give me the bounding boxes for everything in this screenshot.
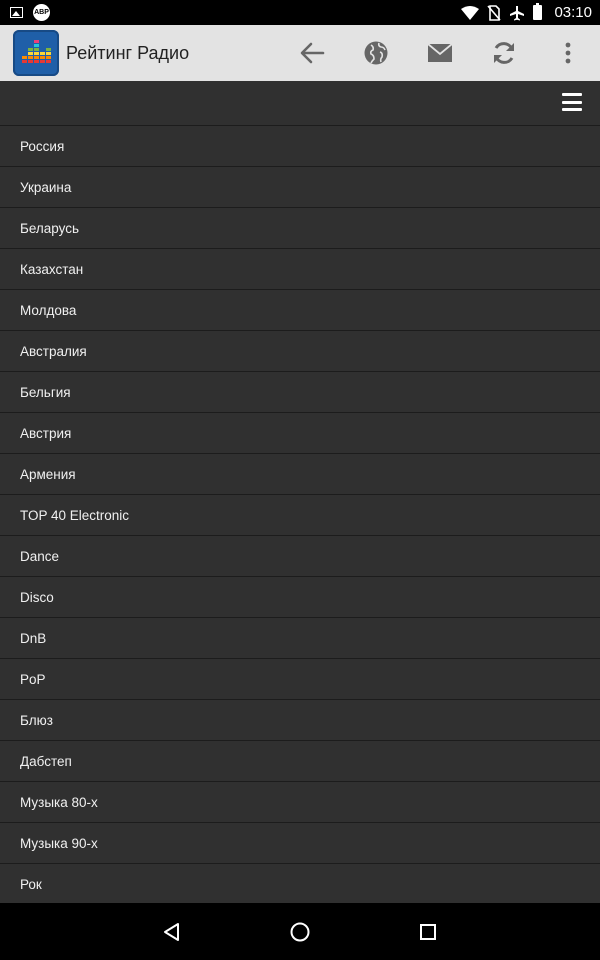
status-bar: ABP 03:10 bbox=[0, 0, 600, 25]
list-item[interactable]: Беларусь bbox=[0, 208, 600, 249]
sub-toolbar bbox=[0, 81, 600, 126]
action-bar: Рейтинг Радио bbox=[0, 25, 600, 81]
list-item[interactable]: Бельгия bbox=[0, 372, 600, 413]
nav-recents-button[interactable] bbox=[364, 903, 492, 960]
home-icon bbox=[290, 922, 310, 941]
nav-home-button[interactable] bbox=[236, 903, 364, 960]
wifi-icon bbox=[461, 5, 480, 20]
list-item[interactable]: Украина bbox=[0, 167, 600, 208]
list-item[interactable]: Disco bbox=[0, 577, 600, 618]
list-item[interactable]: Музыка 80-х bbox=[0, 782, 600, 823]
back-button[interactable] bbox=[280, 25, 344, 81]
navigation-bar bbox=[0, 903, 600, 960]
list-item[interactable]: DnB bbox=[0, 618, 600, 659]
hamburger-menu-icon[interactable] bbox=[562, 93, 582, 111]
list-item[interactable]: Австрия bbox=[0, 413, 600, 454]
clock: 03:10 bbox=[554, 4, 592, 21]
battery-icon bbox=[533, 3, 543, 20]
list-item[interactable]: Армения bbox=[0, 454, 600, 495]
list-item[interactable]: Музыка 90-х bbox=[0, 823, 600, 864]
globe-icon bbox=[364, 41, 388, 65]
mail-icon bbox=[427, 43, 453, 62]
list-item[interactable]: Блюз bbox=[0, 700, 600, 741]
list-item[interactable]: Дабстеп bbox=[0, 741, 600, 782]
refresh-icon bbox=[494, 42, 514, 64]
back-arrow-icon bbox=[300, 42, 325, 64]
overflow-menu-icon bbox=[565, 42, 571, 64]
list-item[interactable]: Рок bbox=[0, 864, 600, 905]
app-logo-icon bbox=[13, 30, 59, 76]
recents-icon bbox=[420, 923, 436, 940]
nav-back-button[interactable] bbox=[108, 903, 236, 960]
overflow-menu-button[interactable] bbox=[536, 25, 600, 81]
list-item[interactable]: Молдова bbox=[0, 290, 600, 331]
back-icon bbox=[164, 922, 179, 941]
image-icon bbox=[10, 7, 23, 18]
list-item[interactable]: Dance bbox=[0, 536, 600, 577]
airplane-icon bbox=[510, 5, 525, 20]
globe-button[interactable] bbox=[344, 25, 408, 81]
mail-button[interactable] bbox=[408, 25, 472, 81]
list-item[interactable]: TOP 40 Electronic bbox=[0, 495, 600, 536]
app-title: Рейтинг Радио bbox=[66, 42, 190, 63]
no-sim-icon bbox=[487, 4, 502, 21]
list-item[interactable]: PoP bbox=[0, 659, 600, 700]
list-item[interactable]: Австралия bbox=[0, 331, 600, 372]
category-list: Россия Украина Беларусь Казахстан Молдова Авс… bbox=[0, 126, 600, 905]
refresh-button[interactable] bbox=[472, 25, 536, 81]
abp-icon: ABP bbox=[33, 4, 50, 21]
list-item[interactable]: Россия bbox=[0, 126, 600, 167]
list-item[interactable]: Казахстан bbox=[0, 249, 600, 290]
